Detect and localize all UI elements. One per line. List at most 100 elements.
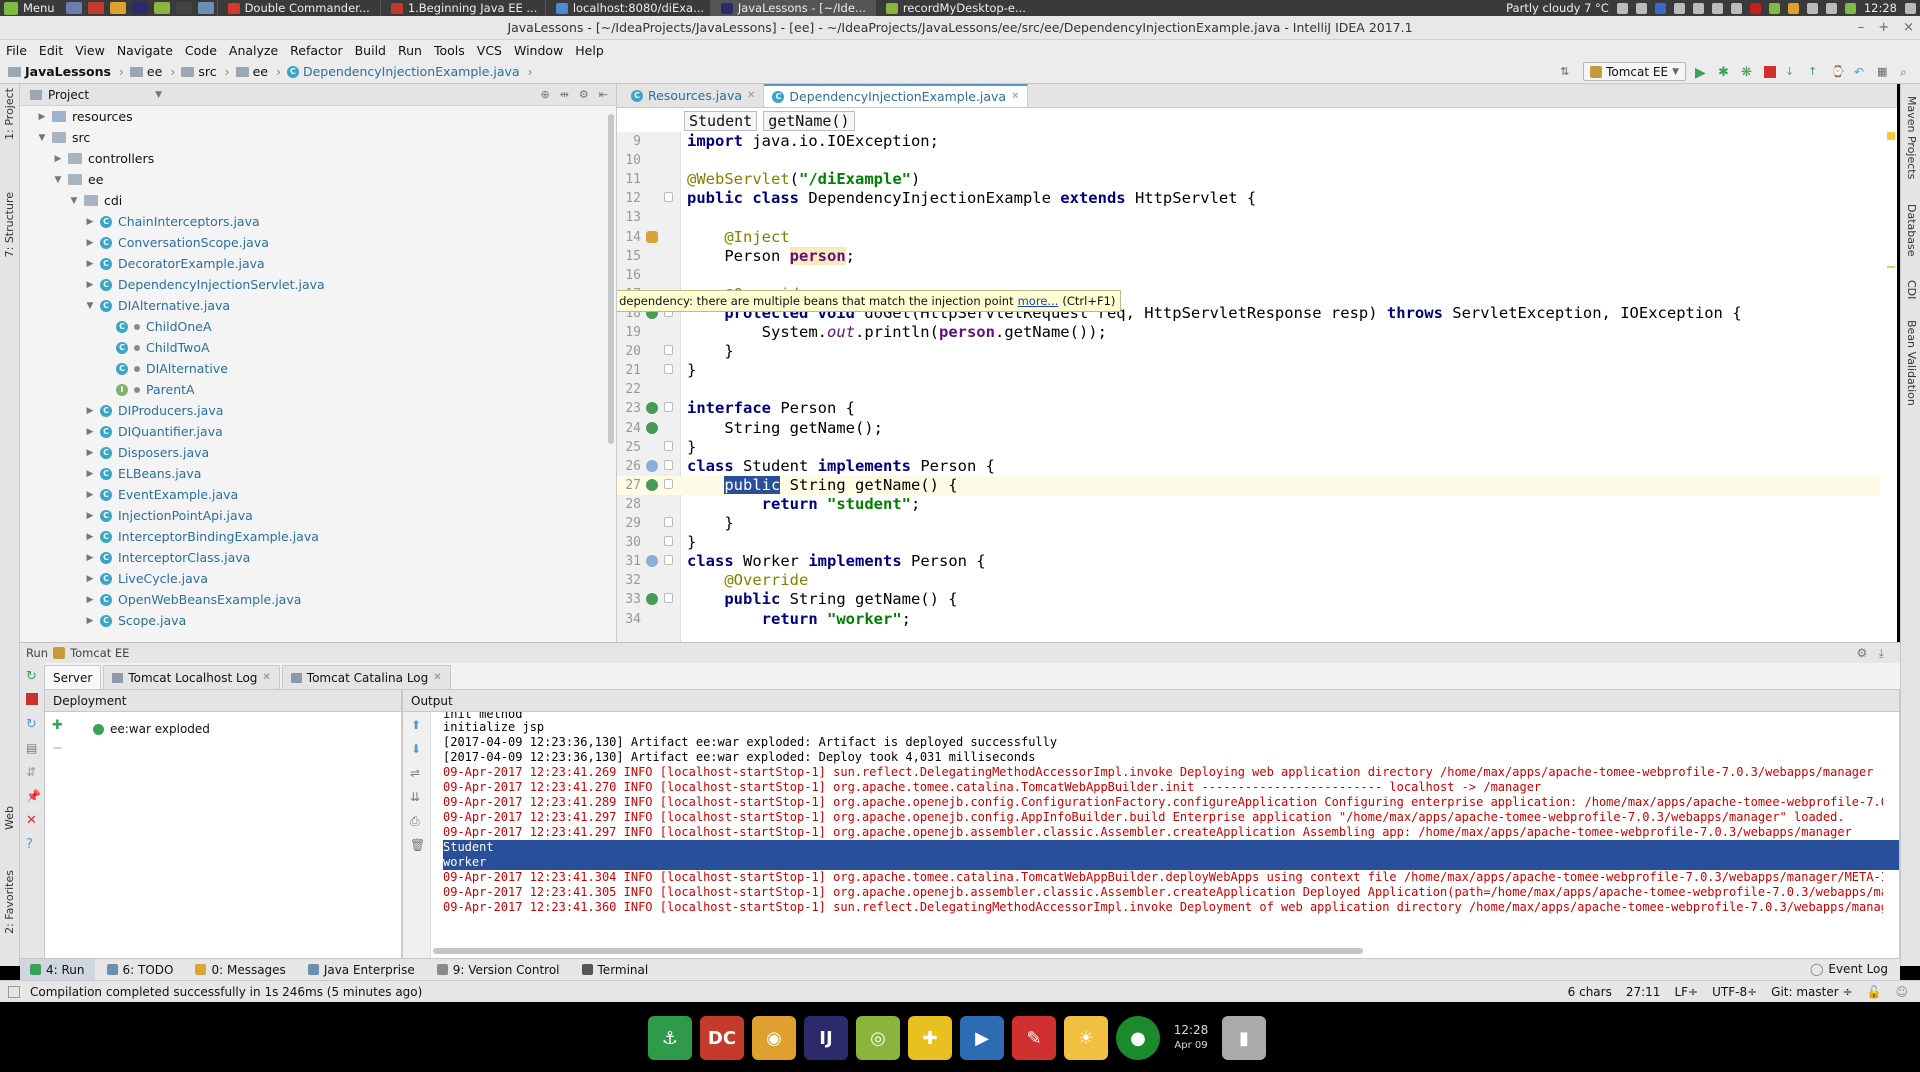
help-icon[interactable]: ?	[26, 837, 39, 852]
fold-marker-icon[interactable]	[664, 517, 673, 527]
fold-marker-icon[interactable]	[664, 555, 673, 566]
code-line[interactable]: 12 public class DependencyInjectionExampl…	[617, 189, 1880, 208]
undeploy-icon[interactable]: −	[52, 741, 69, 756]
inspector-icon[interactable]: ☺	[1895, 985, 1908, 999]
deployment-item[interactable]: ee:war exploded	[93, 722, 210, 736]
os-clock[interactable]: 12:28	[1864, 1, 1897, 15]
update-icon[interactable]	[1844, 2, 1856, 14]
files-launcher-icon[interactable]	[197, 2, 214, 14]
deploy-icon[interactable]: ✚	[52, 718, 69, 733]
status-message[interactable]: Compilation completed successfully in 1s…	[30, 985, 422, 999]
debug-icon[interactable]: ✱	[1718, 65, 1732, 80]
fold-marker-icon[interactable]	[664, 593, 673, 604]
tree-item[interactable]: ▶ C Scope.java	[20, 610, 616, 631]
menu-analyze[interactable]: Analyze	[229, 43, 278, 58]
code-line[interactable]: 24 String getName();	[617, 419, 1880, 438]
implements-method-icon[interactable]	[646, 593, 658, 606]
implements-method-icon[interactable]	[646, 421, 658, 434]
run-tab[interactable]: Server	[44, 665, 102, 689]
rerun-icon[interactable]: ↻	[26, 669, 39, 684]
draw-app-icon[interactable]: ✎	[1012, 1016, 1056, 1060]
close-tab-icon[interactable]: ✕	[433, 672, 441, 683]
tree-item[interactable]: ▼ C DIAlternative.java	[20, 295, 616, 316]
tool-tab-project[interactable]: 1: Project	[3, 88, 16, 140]
expanded-arrow-icon[interactable]: ▼	[68, 196, 80, 206]
code-line[interactable]: 34 return "worker";	[617, 610, 1880, 629]
tree-item[interactable]: ▶ C InjectionPointApi.java	[20, 505, 616, 526]
collapsed-arrow-icon[interactable]: ▶	[84, 532, 96, 542]
collapsed-arrow-icon[interactable]: ▶	[84, 469, 96, 479]
code-line[interactable]: 14 @Inject	[617, 228, 1880, 247]
code-line[interactable]: 23 interface Person {	[617, 399, 1880, 418]
tree-item[interactable]: ▼ src	[20, 127, 616, 148]
bluetooth-icon[interactable]	[1825, 2, 1837, 14]
code-line[interactable]: 27 public String getName() {	[617, 475, 1880, 495]
weather-app-icon[interactable]: ☀	[1064, 1016, 1108, 1060]
wifi-icon[interactable]	[1673, 2, 1685, 14]
run-config-select[interactable]: Tomcat EE ▼	[1583, 62, 1686, 81]
error-stripe-mark[interactable]	[1887, 266, 1895, 268]
menu-vcs[interactable]: VCS	[477, 43, 502, 58]
tree-item[interactable]: ▶ C OpenWebBeansExample.java	[20, 589, 616, 610]
fold-marker-icon[interactable]	[664, 440, 673, 451]
caret-position[interactable]: 27:11	[1626, 985, 1661, 999]
code-line[interactable]: 31 class Worker implements Person {	[617, 552, 1880, 571]
collapsed-arrow-icon[interactable]: ▶	[36, 112, 48, 122]
tool-window-tab[interactable]: Terminal	[572, 959, 659, 980]
language-flag-icon[interactable]	[1654, 2, 1666, 14]
os-menu-button[interactable]: Menu	[0, 1, 63, 15]
intellij-icon[interactable]: IJ	[804, 1016, 848, 1060]
run-tab[interactable]: Tomcat Localhost Log ✕	[103, 665, 280, 689]
collapsed-arrow-icon[interactable]: ▶	[84, 490, 96, 500]
dropbox-icon[interactable]	[1768, 2, 1780, 14]
collapsed-arrow-icon[interactable]: ▶	[84, 217, 96, 227]
code-line[interactable]: 22	[617, 380, 1880, 399]
collapse-all-icon[interactable]: ⇹	[560, 88, 569, 101]
tool-tab-structure[interactable]: 7: Structure	[3, 192, 16, 257]
menu-tools[interactable]: Tools	[434, 43, 465, 58]
menu-help[interactable]: Help	[575, 43, 604, 58]
menu-refactor[interactable]: Refactor	[290, 43, 342, 58]
file-encoding[interactable]: UTF-8÷	[1712, 985, 1757, 999]
settings-gear-icon[interactable]: ⚙	[579, 88, 589, 101]
code-line[interactable]: 30}	[617, 533, 1880, 552]
tree-item[interactable]: ▶ C DependencyInjectionServlet.java	[20, 274, 616, 295]
code-line[interactable]: 26 class Student implements Person {	[617, 457, 1880, 476]
tree-item[interactable]: ▶ resources	[20, 106, 616, 127]
project-scrollbar[interactable]	[608, 114, 614, 444]
dock-clock[interactable]: 12:28 Apr 09	[1168, 1022, 1214, 1054]
tool-window-tab[interactable]: 4: Run	[20, 959, 95, 980]
collapsed-arrow-icon[interactable]: ▶	[84, 574, 96, 584]
code-line[interactable]: 33 public String getName() {	[617, 590, 1880, 609]
project-structure-icon[interactable]: ▦	[1877, 65, 1891, 79]
taskbar-window-button[interactable]: recordMyDesktop-e...	[874, 0, 1036, 16]
implemented-by-icon[interactable]	[646, 459, 658, 472]
radar-app-icon[interactable]: ●	[1116, 1016, 1160, 1060]
terminal-launcher-icon[interactable]	[175, 2, 192, 14]
print-icon[interactable]: ⎙	[410, 814, 420, 829]
intellij-launcher-icon[interactable]	[131, 2, 148, 14]
fold-marker-icon[interactable]	[664, 459, 673, 470]
editor-tab[interactable]: C DependencyInjectionExample.java ✕	[764, 84, 1029, 107]
tree-item[interactable]: ▶ C DecoratorExample.java	[20, 253, 616, 274]
tools-app-icon[interactable]: ✚	[908, 1016, 952, 1060]
tool-tab-database[interactable]: Database	[1905, 204, 1918, 257]
code-line[interactable]: 15 Person person;	[617, 246, 1880, 266]
revert-icon[interactable]: ↶	[1854, 65, 1868, 79]
double-commander-launcher-icon[interactable]	[87, 2, 104, 14]
user-icon[interactable]	[1616, 2, 1628, 14]
collapsed-arrow-icon[interactable]: ▶	[84, 238, 96, 248]
media-app-icon[interactable]: ▶	[960, 1016, 1004, 1060]
code-line[interactable]: 20 }	[617, 342, 1880, 361]
expanded-arrow-icon[interactable]: ▼	[36, 133, 48, 143]
scroll-up-icon[interactable]: ⬆	[411, 718, 421, 732]
menu-file[interactable]: File	[6, 43, 27, 58]
coverage-icon[interactable]: ❋	[1741, 65, 1755, 80]
lock-icon[interactable]: 🔓	[1867, 985, 1882, 999]
tree-item[interactable]: ▶ C InterceptorBindingExample.java	[20, 526, 616, 547]
implemented-by-icon[interactable]	[646, 555, 658, 568]
record-icon[interactable]	[1749, 2, 1761, 14]
git-branch[interactable]: Git: master ÷	[1771, 985, 1852, 999]
menu-window[interactable]: Window	[514, 43, 563, 58]
injection-bean-icon[interactable]	[646, 230, 658, 243]
